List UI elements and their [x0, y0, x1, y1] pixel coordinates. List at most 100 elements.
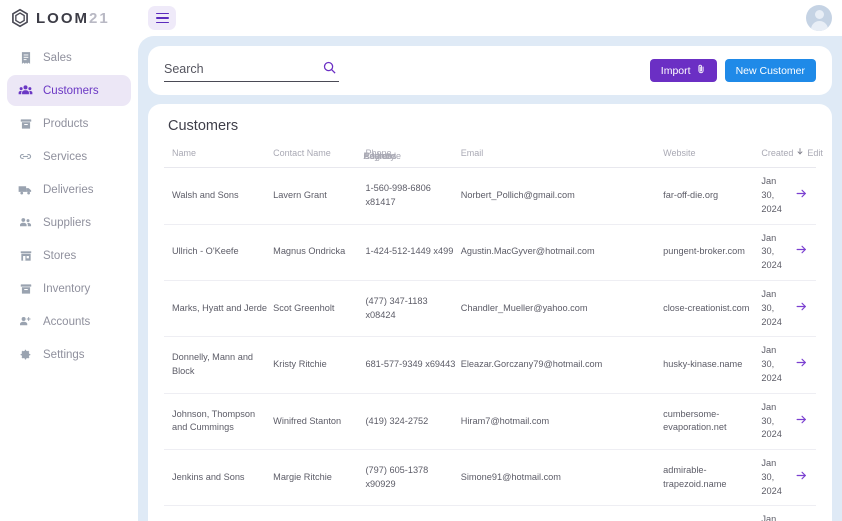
column-header-edit: Edit: [807, 148, 823, 158]
column-header-name[interactable]: Name: [164, 144, 271, 168]
import-button[interactable]: Import: [649, 59, 717, 82]
cell-edit[interactable]: [787, 224, 816, 281]
cell-website: admirable-trapezoid.name: [661, 449, 760, 507]
cell-name: Ullrich - O'Keefe: [164, 224, 272, 281]
arrow-right-icon[interactable]: [795, 187, 808, 200]
link-icon: [18, 149, 33, 164]
cell-email: Agustin.MacGyver@hotmail.com: [458, 224, 662, 281]
cell-edit[interactable]: [787, 167, 816, 225]
cell-edit[interactable]: [787, 449, 816, 507]
truck-icon: [18, 182, 33, 197]
cell-name: Johnson, Thompson and Cummings: [164, 393, 272, 451]
cell-contact-name: Margie Ritchie: [271, 449, 364, 507]
column-header-contact-name[interactable]: Contact Name: [271, 144, 363, 168]
sidebar-item-accounts[interactable]: Accounts: [7, 306, 131, 337]
top-bar: [138, 0, 842, 36]
sidebar-item-settings[interactable]: Settings: [7, 339, 131, 370]
arrow-right-icon[interactable]: [795, 469, 808, 482]
sidebar-item-services[interactable]: Services: [7, 141, 131, 172]
sidebar-item-sales[interactable]: Sales: [7, 42, 131, 73]
sidebar-item-stores[interactable]: Stores: [7, 240, 131, 271]
sort-desc-arrow-icon[interactable]: [796, 147, 804, 159]
sidebar-item-inventory[interactable]: Inventory: [7, 273, 131, 304]
cell-created: Jan 30, 2024: [759, 336, 788, 394]
search-input[interactable]: [164, 60, 339, 82]
sidebar-item-label: Products: [43, 117, 89, 130]
brand-number: 21: [89, 9, 110, 27]
cell-phone: 681-577-9349 x69443: [363, 336, 459, 394]
table-row[interactable]: Donnelly, Mann and Block Kristy Ritchie 68…: [164, 336, 816, 394]
loom-hexagon-icon: [10, 8, 30, 28]
cell-contact-name: Lavern Grant: [271, 167, 364, 225]
column-header-email[interactable]: Email: [459, 144, 661, 168]
sidebar: LOOM21 Sales Customers Products Services: [0, 0, 138, 521]
sidebar-nav: Sales Customers Products Services Delive…: [0, 42, 138, 370]
sidebar-item-deliveries[interactable]: Deliveries: [7, 174, 131, 205]
customers-table-card: Customers Name Contact Name Address City…: [148, 104, 832, 521]
sidebar-item-customers[interactable]: Customers: [7, 75, 131, 106]
sidebar-item-label: Accounts: [43, 315, 91, 328]
person-add-icon: [18, 314, 33, 329]
cell-created: Jan 30, 2024: [759, 505, 788, 521]
cell-email: Chandler_Mueller@yahoo.com: [458, 280, 662, 338]
cell-email: Simone91@hotmail.com: [458, 449, 662, 507]
sidebar-item-label: Stores: [43, 249, 77, 262]
cell-contact-name: Winifred Stanton: [271, 393, 364, 451]
receipt-icon: [18, 50, 33, 65]
table-header: Name Contact Name Address City Region Po…: [164, 144, 823, 168]
new-customer-button[interactable]: New Customer: [724, 59, 816, 82]
store-icon: [18, 248, 33, 263]
cell-contact-name: Scot Greenholt: [271, 280, 364, 338]
table-header-row: Name Contact Name Address City Region Po…: [164, 144, 823, 168]
cell-email: Hiram7@hotmail.com: [458, 393, 662, 451]
cell-phone: (419) 324-2752: [363, 393, 459, 451]
brand-logo[interactable]: LOOM21: [0, 0, 138, 36]
cell-name: Jenkins and Sons: [164, 449, 272, 507]
sidebar-item-products[interactable]: Products: [7, 108, 131, 139]
cell-phone: 1-560-998-6806 x81417: [363, 167, 459, 225]
table-row[interactable]: Bogisich - CorkeryJack Bayer(586) 333-33…: [164, 505, 816, 521]
cell-name: Bogisich - Corkery: [164, 505, 272, 521]
table-row[interactable]: Marks, Hyatt and Jerde Scot Greenholt (477…: [164, 280, 816, 338]
box-icon: [18, 281, 33, 296]
user-avatar-icon[interactable]: [806, 5, 832, 31]
cell-edit[interactable]: [787, 280, 816, 338]
cell-contact-name: Kristy Ritchie: [271, 336, 364, 394]
column-header-phone[interactable]: Phone: [363, 144, 458, 168]
table-row[interactable]: Johnson, Thompson and Cummings Winifred S…: [164, 393, 816, 451]
search-field: [164, 60, 339, 82]
cell-created: Jan 30, 2024: [759, 167, 788, 225]
cell-phone: (797) 605-1378 x90929: [363, 449, 459, 507]
cell-edit[interactable]: [787, 505, 816, 521]
sidebar-item-suppliers[interactable]: Suppliers: [7, 207, 131, 238]
cell-website: pungent-broker.com: [661, 224, 760, 281]
cell-phone: (477) 347-1183 x08424: [363, 280, 459, 338]
cell-edit[interactable]: [787, 336, 816, 394]
cell-email: Norbert_Pollich@gmail.com: [458, 167, 662, 225]
sidebar-item-label: Settings: [43, 348, 85, 361]
arrow-right-icon[interactable]: [795, 300, 808, 313]
cell-created: Jan 30, 2024: [759, 280, 788, 338]
table-body: Walsh and Sons Lavern Grant 1-560-998-6806…: [164, 167, 816, 521]
content-area: Import New Customer Customers: [138, 36, 842, 521]
column-header-created[interactable]: Created Edit: [759, 144, 823, 168]
table-row[interactable]: Jenkins and Sons Margie Ritchie (797) 605-…: [164, 449, 816, 507]
hamburger-icon[interactable]: [148, 6, 176, 30]
arrow-right-icon[interactable]: [795, 243, 808, 256]
sidebar-item-label: Customers: [43, 84, 99, 97]
page-title: Customers: [168, 118, 239, 134]
paperclip-icon: [696, 64, 706, 77]
column-header-website[interactable]: Website: [661, 144, 759, 168]
arrow-right-icon[interactable]: [795, 413, 808, 426]
table-row[interactable]: Ullrich - O'Keefe Magnus Ondricka 1-424-51…: [164, 224, 816, 281]
arrow-right-icon[interactable]: [795, 356, 808, 369]
table-row[interactable]: Walsh and Sons Lavern Grant 1-560-998-6806…: [164, 167, 816, 225]
brand-name: LOOM21: [36, 9, 110, 27]
sidebar-item-label: Sales: [43, 51, 72, 64]
cell-name: Marks, Hyatt and Jerde: [164, 280, 272, 338]
search-icon[interactable]: [322, 60, 337, 80]
cell-website: close-creationist.com: [661, 280, 760, 338]
cell-website: testy-step.com: [661, 505, 760, 521]
cell-edit[interactable]: [787, 393, 816, 451]
cell-website: far-off-die.org: [661, 167, 760, 225]
